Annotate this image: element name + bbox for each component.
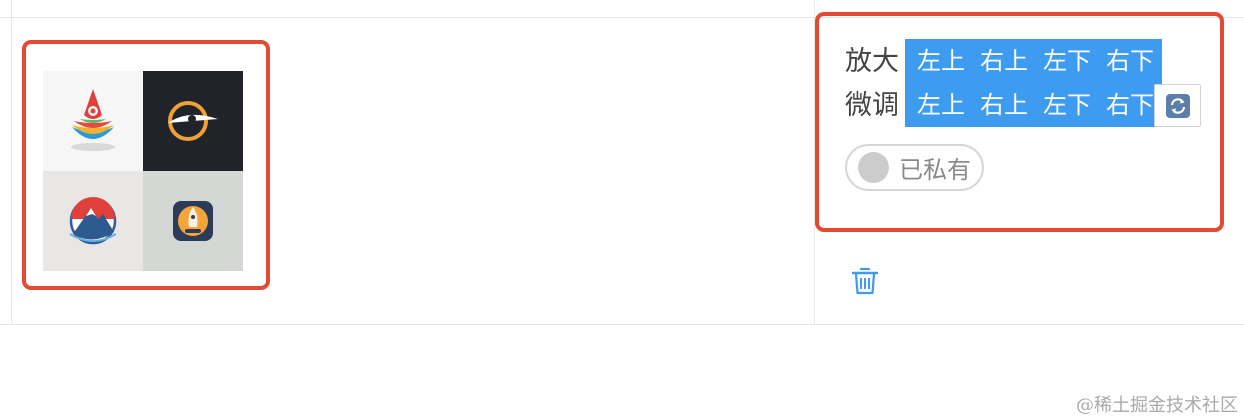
private-toggle[interactable]: 已私有 bbox=[845, 144, 984, 191]
delete-button[interactable] bbox=[850, 265, 880, 297]
adjust-top-left-button[interactable]: 左上 bbox=[917, 93, 965, 117]
image-tile-compass[interactable] bbox=[43, 71, 143, 171]
zoom-top-left-button[interactable]: 左上 bbox=[917, 49, 965, 73]
image-tile-rocket[interactable] bbox=[143, 171, 243, 271]
watermark: @稀土掘金技术社区 bbox=[1076, 395, 1238, 416]
result-image-grid[interactable] bbox=[43, 71, 243, 271]
adjust-bottom-left-button[interactable]: 左下 bbox=[1043, 93, 1091, 117]
rocket-app-icon bbox=[173, 201, 213, 241]
image-tile-mountain[interactable] bbox=[43, 171, 143, 271]
orbit-eye-logo-icon bbox=[168, 101, 218, 141]
image-tile-orbit-eye[interactable] bbox=[143, 71, 243, 171]
zoom-bottom-left-button[interactable]: 左下 bbox=[1043, 49, 1091, 73]
zoom-bottom-right-button[interactable]: 右下 bbox=[1106, 49, 1154, 73]
zoom-button-group: 左上 右上 左下 右下 bbox=[905, 39, 1162, 83]
refresh-icon bbox=[1165, 93, 1190, 118]
adjust-top-right-button[interactable]: 右上 bbox=[980, 93, 1028, 117]
zoom-row: 放大 左上 右上 左下 右下 bbox=[845, 39, 1162, 83]
toggle-knob bbox=[858, 152, 889, 183]
refresh-button[interactable] bbox=[1154, 84, 1201, 127]
table-border-bottom bbox=[0, 324, 1244, 325]
trash-icon bbox=[851, 267, 879, 295]
table-border-left bbox=[11, 0, 12, 325]
private-toggle-label: 已私有 bbox=[899, 156, 971, 184]
adjust-bottom-right-button[interactable]: 右下 bbox=[1106, 93, 1154, 117]
zoom-label: 放大 bbox=[845, 45, 899, 77]
adjust-button-group: 左上 右上 左下 右下 bbox=[905, 83, 1162, 127]
adjust-row: 微调 左上 右上 左下 右下 bbox=[845, 83, 1162, 127]
mountain-circle-logo-icon bbox=[69, 197, 117, 245]
compass-logo-icon bbox=[71, 89, 115, 151]
adjust-label: 微调 bbox=[845, 89, 899, 121]
zoom-top-right-button[interactable]: 右上 bbox=[980, 49, 1028, 73]
